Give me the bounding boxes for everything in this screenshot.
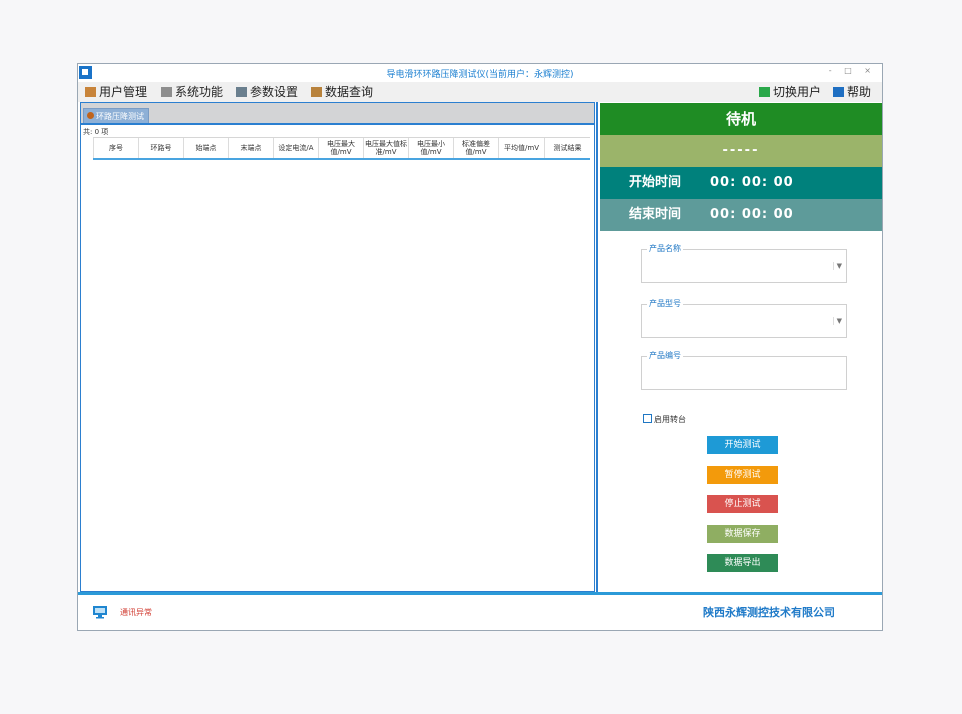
- start-time-value: 00: 00: 00: [710, 175, 794, 190]
- grid-header: 序号 环路号 始端点 末端点 设定电流/A 电压最大值/mV 电压最大值标准/mV 电压最小值…: [93, 137, 590, 160]
- test-panel: 环路压降测试 共: 0 项 序号 环路号 始端点 末端点 设定电流/A 电压最大值/mV 电…: [80, 102, 595, 592]
- product-name-label: 产品名称: [647, 243, 683, 254]
- grid-column-header[interactable]: 平均值/mV: [498, 138, 544, 158]
- product-name-combobox[interactable]: 产品名称 ▼: [641, 243, 847, 283]
- menu-switch-user[interactable]: 切换用户: [759, 84, 821, 100]
- grid-column-header[interactable]: 序号: [93, 138, 138, 158]
- product-serial-input[interactable]: 产品编号: [641, 350, 847, 390]
- window-title: 导电滑环环路压降测试仪(当前用户：永辉测控): [386, 70, 574, 80]
- status-banner: 待机: [600, 103, 882, 135]
- menu-user-management[interactable]: 用户管理: [85, 84, 147, 100]
- menu-system-functions[interactable]: 系统功能: [161, 84, 223, 100]
- tab-strip: 环路压降测试: [81, 103, 594, 124]
- system-icon: [161, 87, 172, 97]
- stop-test-button[interactable]: 停止测试: [707, 495, 778, 513]
- settings-icon: [236, 87, 247, 97]
- menu-parameter-settings[interactable]: 参数设置: [236, 84, 298, 100]
- enable-turntable-checkbox[interactable]: 启用转台: [643, 414, 686, 425]
- chevron-down-icon[interactable]: ▼: [832, 317, 842, 325]
- grid-column-header[interactable]: 电压最大值标准/mV: [363, 138, 408, 158]
- product-model-label: 产品型号: [647, 298, 683, 309]
- tab-underline: [81, 123, 594, 125]
- app-window: 导电滑环环路压降测试仪(当前用户：永辉测控) - □ × 用户管理 系统功能 参…: [77, 63, 883, 631]
- grid-column-header[interactable]: 标准偏差值/mV: [453, 138, 498, 158]
- grid-column-header[interactable]: 电压最小值/mV: [408, 138, 453, 158]
- grid-column-header[interactable]: 末端点: [228, 138, 273, 158]
- product-model-combobox[interactable]: 产品型号 ▼: [641, 298, 847, 338]
- test-icon: [87, 112, 94, 119]
- company-name: 陕西永辉测控技术有限公司: [703, 606, 835, 619]
- export-data-button[interactable]: 数据导出: [707, 554, 778, 572]
- end-time-row: 结束时间 00: 00: 00: [600, 199, 882, 231]
- grid-column-header[interactable]: 环路号: [138, 138, 183, 158]
- product-serial-label: 产品编号: [647, 350, 683, 361]
- end-time-label: 结束时间: [629, 207, 682, 222]
- status-detail: -----: [600, 135, 882, 167]
- help-icon: [833, 87, 844, 97]
- menu-data-query[interactable]: 数据查询: [311, 84, 373, 100]
- grid-column-header[interactable]: 电压最大值/mV: [318, 138, 363, 158]
- comm-status: 通讯异常: [120, 608, 152, 617]
- menu-help[interactable]: 帮助: [833, 84, 871, 100]
- menu-bar: 用户管理 系统功能 参数设置 数据查询 切换用户 帮助: [78, 82, 882, 102]
- chevron-down-icon[interactable]: ▼: [832, 262, 842, 270]
- save-data-button[interactable]: 数据保存: [707, 525, 778, 543]
- grid-column-header[interactable]: 始端点: [183, 138, 228, 158]
- start-time-label: 开始时间: [629, 175, 682, 190]
- pause-test-button[interactable]: 暂停测试: [707, 466, 778, 484]
- computer-icon: [93, 606, 107, 619]
- tab-loop-voltage-drop-test[interactable]: 环路压降测试: [83, 108, 149, 124]
- end-time-value: 00: 00: 00: [710, 207, 794, 222]
- grid-column-header[interactable]: 设定电流/A: [273, 138, 318, 158]
- record-count: 共: 0 项: [83, 128, 109, 136]
- window-controls[interactable]: - □ ×: [829, 66, 876, 75]
- status-bar: 通讯异常 陕西永辉测控技术有限公司: [78, 595, 882, 630]
- checkbox-icon[interactable]: [643, 414, 652, 423]
- database-icon: [311, 87, 322, 97]
- start-time-row: 开始时间 00: 00: 00: [600, 167, 882, 199]
- grid-column-header[interactable]: 测试结果: [544, 138, 590, 158]
- start-test-button[interactable]: 开始测试: [707, 436, 778, 454]
- control-panel: 待机 ----- 开始时间 00: 00: 00 结束时间 00: 00: 00…: [596, 102, 882, 592]
- switch-user-icon: [759, 87, 770, 97]
- user-icon: [85, 87, 96, 97]
- title-bar: 导电滑环环路压降测试仪(当前用户：永辉测控) - □ ×: [78, 64, 882, 82]
